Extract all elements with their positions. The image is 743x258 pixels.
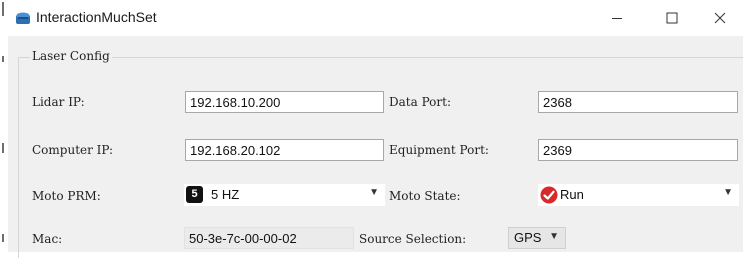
app-icon <box>16 12 30 24</box>
source-selection-value: GPS <box>514 230 542 245</box>
moto-prm-label: Moto PRM: <box>32 189 101 203</box>
minimize-button[interactable] <box>594 0 640 36</box>
app-window: InteractionMuchSet Laser Config Lidar IP… <box>0 0 743 258</box>
edge-mark <box>2 234 4 242</box>
group-title: Laser Config <box>30 49 112 63</box>
window-title: InteractionMuchSet <box>36 9 157 25</box>
computer-ip-field[interactable]: 192.168.20.102 <box>185 139 384 161</box>
edge-mark <box>2 2 4 16</box>
maximize-button[interactable] <box>649 0 695 36</box>
moto-state-label: Moto State: <box>389 189 461 203</box>
chevron-down-icon: ▼ <box>369 187 379 198</box>
minimize-icon <box>612 18 622 19</box>
left-edge <box>0 0 8 252</box>
chevron-down-icon: ▼ <box>723 187 733 198</box>
source-selection-label: Source Selection: <box>359 232 467 246</box>
close-icon <box>714 12 726 24</box>
close-button[interactable] <box>697 0 743 36</box>
title-bar[interactable]: InteractionMuchSet <box>8 0 743 36</box>
moto-prm-value: 5 HZ <box>211 187 240 202</box>
data-port-field[interactable]: 2368 <box>538 91 738 113</box>
mac-field[interactable]: 50-3e-7c-00-00-02 <box>184 227 354 249</box>
computer-ip-label: Computer IP: <box>32 143 114 157</box>
mac-label: Mac: <box>32 232 63 246</box>
moto-state-select[interactable]: Run ▼ <box>538 184 739 206</box>
maximize-icon <box>666 12 678 24</box>
lidar-ip-label: Lidar IP: <box>32 95 85 109</box>
moto-prm-select[interactable]: 5 5 HZ ▼ <box>184 184 385 206</box>
data-port-label: Data Port: <box>389 95 451 109</box>
equipment-port-field[interactable]: 2369 <box>538 139 738 161</box>
edge-mark <box>2 143 4 153</box>
chevron-down-icon: ▼ <box>549 231 559 242</box>
source-selection-select[interactable]: GPS ▼ <box>508 227 566 249</box>
five-icon: 5 <box>186 186 203 203</box>
equipment-port-label: Equipment Port: <box>389 143 489 157</box>
moto-state-value: Run <box>560 187 584 202</box>
lidar-ip-field[interactable]: 192.168.10.200 <box>185 91 384 113</box>
check-circle-icon <box>540 186 558 204</box>
edge-mark <box>2 56 4 62</box>
